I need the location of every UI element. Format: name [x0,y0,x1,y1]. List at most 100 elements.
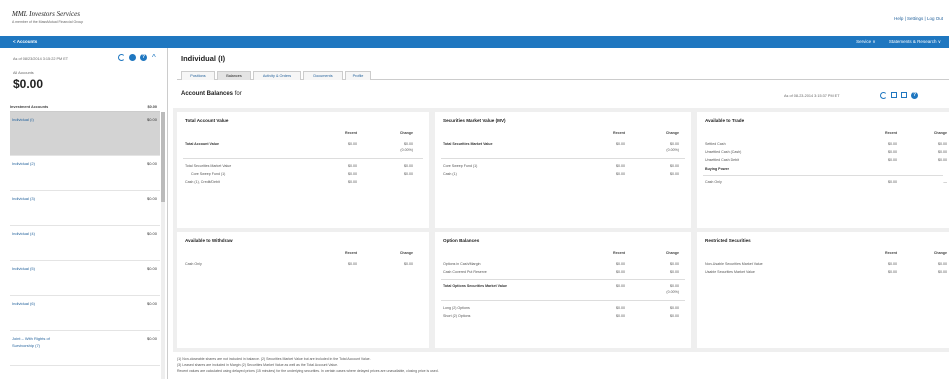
top-header: MML Investors Services A member of the M… [0,0,949,34]
row-label: Non-Usable Securities Market Value [705,262,763,266]
account-item[interactable]: Joint – With Rights of Survivorship (7) … [10,331,160,366]
tab-balances[interactable]: Balances [217,71,251,80]
row-label: Cash Only [705,180,722,184]
tab-documents[interactable]: Documents [303,71,343,80]
help-icon[interactable]: ? [911,92,918,99]
sidebar-scrollbar-thumb[interactable] [161,112,165,202]
panel-title: Option Balances [443,238,480,243]
tab-profile[interactable]: Profile [345,71,371,80]
refresh-icon[interactable] [880,92,887,99]
row-label: Unsettled Cash Debit [705,158,739,162]
investment-accounts-value: $0.00 [147,105,157,109]
gear-icon[interactable] [129,54,136,61]
panel-restricted-securities: Restricted Securities Recent Change Non-… [697,232,949,348]
row-label[interactable]: Total Securities Market Value [185,164,231,168]
panel-total-account-value: Total Account Value Recent Change Total … [177,112,429,228]
row-recent: $0.00 [888,142,897,146]
account-value: $0.00 [146,117,157,122]
row-label: Options in Cash/Margin [443,262,481,266]
row-change: $0.00 [938,270,947,274]
col-change: Change [933,131,947,135]
divider [183,158,423,159]
account-list: Individual (I) $0.00 Individual (2) $0.0… [10,112,160,366]
section-title-text: Account Balances [181,91,234,97]
panel-title: Total Account Value [185,118,229,123]
row-change: $0.00 [404,172,413,176]
divider [441,158,685,159]
row-recent: $0.00 [888,270,897,274]
row-change: $0.00 [670,306,679,310]
account-item[interactable]: Individual (2) $0.00 [10,156,160,191]
row-label[interactable]: Short (2) Options [443,314,470,318]
row-change: $0.00 [670,284,679,288]
row-recent: $0.00 [888,150,897,154]
brand-logo[interactable]: MML Investors Services A member of the M… [12,10,83,24]
row-label: Total Options Securities Market Value [443,284,508,288]
row-recent: $0.00 [616,164,625,168]
row-recent: $0.00 [888,158,897,162]
statements-research-menu[interactable]: Statements & Research ∨ [889,39,941,44]
account-item[interactable]: Individual (I) $0.00 [10,112,160,156]
accounts-nav-link[interactable]: < Accounts [13,39,37,44]
logo-tagline: A member of the MassMutual Financial Gro… [12,20,84,24]
row-change: $0.00 [404,142,413,146]
col-recent: Recent [613,131,625,135]
print-icon[interactable] [891,92,897,98]
row-recent: $0.00 [616,262,625,266]
help-icon[interactable]: ? [140,54,147,61]
account-value: $0.00 [146,231,157,236]
panel-securities-market-value: Securities Market Value (MV) Recent Chan… [435,112,691,228]
account-name: Joint – With Rights of [12,336,50,341]
col-change: Change [399,251,413,255]
divider [703,175,943,176]
col-recent: Recent [885,251,897,255]
panel-available-to-withdraw: Available to Withdraw Recent Change Cash… [177,232,429,348]
row-label[interactable]: Core Sweep Fund (1) [443,164,477,168]
tab-positions[interactable]: Positions [181,71,215,80]
top-links[interactable]: Help | Settings | Log Out [894,16,943,21]
row-recent: $0.00 [348,262,357,266]
panel-title: Available to Withdraw [185,238,233,243]
investment-accounts-header: Investment Accounts $0.00 [10,104,160,112]
panel-title: Securities Market Value (MV) [443,118,506,123]
investment-accounts-label: Investment Accounts [10,105,49,109]
col-change: Change [399,131,413,135]
sidebar-as-of: As of 08/23/2014 3:15:22 PM ET [13,57,69,61]
row-recent: $0.00 [348,142,357,146]
section-title: Account Balances for [181,91,242,97]
account-tabs: Positions Balances Activity & Orders Doc… [177,70,949,80]
row-change-pct: (0.00%) [400,148,413,152]
row-label[interactable]: Long (2) Options [443,306,470,310]
row-label[interactable]: Cash (1), Credit/Debit [185,180,220,184]
row-change: $0.00 [670,164,679,168]
collapse-icon[interactable]: ^ [152,54,159,62]
col-recent: Recent [345,251,357,255]
row-label: Buying Power [705,167,729,171]
row-change: $0.00 [938,142,947,146]
account-item[interactable]: Individual (4) $0.00 [10,226,160,261]
export-icon[interactable] [901,92,907,98]
row-recent: $0.00 [616,270,625,274]
main-content: Individual (I) Positions Balances Activi… [169,48,949,379]
account-item[interactable]: Individual (3) $0.00 [10,191,160,226]
service-menu[interactable]: Service ∨ [856,39,876,44]
account-name-line2: Survivorship (7) [12,343,41,348]
col-change: Change [665,131,679,135]
refresh-icon[interactable] [118,54,125,61]
account-item[interactable]: Individual (6) $0.00 [10,296,160,331]
panel-option-balances: Option Balances Recent Change Options in… [435,232,691,348]
tab-activity-orders[interactable]: Activity & Orders [253,71,301,80]
row-recent: $0.00 [888,262,897,266]
divider [441,279,685,280]
footnote: Recent values are calculated using delay… [177,369,439,373]
row-change: $0.00 [404,262,413,266]
account-name: Individual (3) [12,196,35,201]
row-recent: $0.00 [616,172,625,176]
row-label[interactable]: Core Sweep Fund (1) [191,172,225,176]
row-change: $0.00 [670,262,679,266]
row-label[interactable]: Cash (1) [443,172,457,176]
account-name: Individual (4) [12,231,35,236]
row-recent: $0.00 [348,172,357,176]
account-item[interactable]: Individual (5) $0.00 [10,261,160,296]
row-change: $0.00 [404,164,413,168]
